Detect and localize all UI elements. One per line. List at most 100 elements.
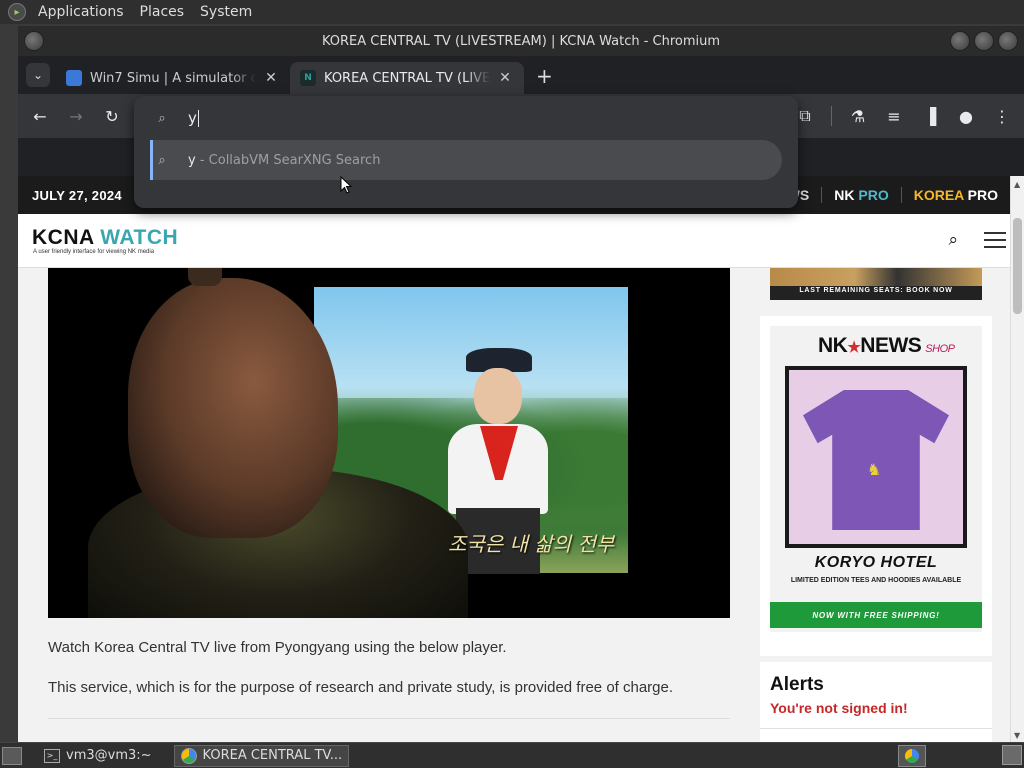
back-button[interactable]: ← (26, 102, 54, 130)
nknews-shop-logo: NK★NEWS SHOP (818, 334, 955, 358)
ad-banner-seats[interactable]: LAST REMAINING SEATS: BOOK NOW (770, 268, 982, 300)
video-foreground-head (128, 278, 338, 538)
scrollbar-thumb[interactable] (1013, 218, 1022, 314)
suggestion-row[interactable]: ⌕ y - CollabVM SearXNG Search (150, 140, 782, 180)
logo-b: WATCH (100, 226, 179, 249)
show-desktop-button[interactable] (2, 746, 22, 765)
shop-ad-inner: NK★NEWS SHOP ♞ KORYO HOTEL LIMITED EDITIO… (770, 326, 982, 632)
window-menu-button[interactable] (24, 31, 44, 51)
alerts-status[interactable]: You're not signed in! (770, 700, 908, 716)
task-label: vm3@vm3:~ (66, 748, 152, 763)
alerts-box: Alerts You're not signed in! (760, 662, 992, 742)
disclaimer-paragraph: This service, which is for the purpose o… (48, 679, 674, 696)
web-page: JULY 27, 2024 ⓜ ✕ ◎ f ▶ NK NEWS NK PRO K… (18, 176, 1024, 742)
title-bar[interactable]: KOREA CENTRAL TV (LIVESTREAM) | KCNA Wat… (18, 26, 1024, 56)
win7-favicon-icon (66, 70, 82, 86)
browser-window: KOREA CENTRAL TV (LIVESTREAM) | KCNA Wat… (18, 26, 1024, 742)
chevron-down-icon: ⌄ (32, 68, 44, 82)
intro-paragraph: Watch Korea Central TV live from Pyongya… (48, 639, 507, 656)
new-tab-button[interactable]: + (536, 64, 553, 88)
close-window-button[interactable] (998, 31, 1018, 51)
workspace-switcher[interactable] (1002, 745, 1022, 765)
sidebar: LAST REMAINING SEATS: BOOK NOW NK★NEWS SH… (760, 268, 992, 742)
tab-search-button[interactable]: ⌄ (26, 63, 50, 87)
address-input-value: y (188, 109, 197, 127)
tray-chromium-icon[interactable] (898, 745, 926, 767)
suggestion-highlight (150, 140, 153, 180)
kcna-favicon-icon: N (300, 70, 316, 86)
reload-button[interactable]: ↻ (98, 102, 126, 130)
forward-button[interactable]: → (62, 102, 90, 130)
page-scrollbar[interactable]: ▲ ▼ (1010, 176, 1024, 742)
labs-flask-icon[interactable]: ⚗ (844, 102, 872, 130)
task-label: KOREA CENTRAL TV... (202, 748, 343, 763)
product-name: KORYO HOTEL (814, 554, 938, 571)
address-input[interactable]: y (188, 109, 199, 127)
scroll-up-arrow-icon[interactable]: ▲ (1014, 180, 1020, 189)
task-chromium[interactable]: KOREA CENTRAL TV... (173, 744, 350, 767)
alerts-divider (760, 728, 992, 729)
koryo-emblem-icon: ♞ (866, 460, 882, 479)
nkpro-a: NK (834, 187, 859, 203)
suggestion-query: y (188, 152, 196, 168)
tab-label: Win7 Simu | A simulator of Windows 7 (90, 70, 256, 86)
content-divider (48, 718, 730, 719)
site-header: KCNA WATCH A user friendly interface for… (18, 214, 1024, 268)
maximize-button[interactable] (974, 31, 994, 51)
minimize-button[interactable] (950, 31, 970, 51)
suggestion-tail: - CollabVM SearXNG Search (195, 152, 381, 168)
close-icon[interactable]: ✕ (496, 69, 514, 87)
menu-applications[interactable]: Applications (30, 4, 132, 20)
profile-icon[interactable]: ● (952, 102, 980, 130)
koreapro-b: PRO (967, 187, 998, 203)
side-panel-icon[interactable]: ▐ (916, 102, 944, 130)
video-player[interactable]: 조국은 내 삶의 전부 (48, 268, 730, 618)
alerts-title: Alerts (770, 674, 824, 695)
brand-divider (821, 187, 823, 203)
tab-win7-simu[interactable]: Win7 Simu | A simulator of Windows 7 ✕ (56, 62, 290, 94)
video-emblem (188, 268, 222, 286)
tshirt-image: ♞ (785, 366, 967, 548)
omnibox-dropdown: ⌕ y ⌕ y - CollabVM SearXNG Search (134, 96, 798, 208)
shop-logo-a: NK (818, 334, 848, 357)
product-subtitle: LIMITED EDITION TEES AND HOODIES AVAILAB… (790, 577, 962, 584)
text-cursor (197, 110, 199, 127)
address-bar[interactable]: ⌕ y (134, 98, 798, 138)
menu-kebab-icon[interactable]: ⋮ (988, 102, 1016, 130)
tab-kcna-watch[interactable]: N KOREA CENTRAL TV (LIVESTREAM) ✕ (290, 62, 524, 94)
scroll-down-arrow-icon[interactable]: ▼ (1014, 731, 1020, 740)
task-terminal[interactable]: >_ vm3@vm3:~ (38, 745, 158, 767)
nkpro-link[interactable]: NK PRO (834, 187, 888, 203)
logo-a: KCNA (32, 226, 101, 249)
koreapro-link[interactable]: KOREA PRO (914, 187, 998, 203)
terminal-icon: >_ (44, 748, 60, 763)
top-panel: ▸ Applications Places System (0, 0, 1024, 24)
ad-banner-text: LAST REMAINING SEATS: BOOK NOW (799, 287, 953, 294)
site-tagline: A user friendly interface for viewing NK… (33, 249, 155, 255)
main-content: 조국은 내 삶의 전부 Watch Korea Central TV live … (32, 268, 744, 742)
nkpro-b: PRO (858, 187, 889, 203)
toolbar-divider (831, 106, 832, 126)
ad-banner-image (770, 268, 982, 286)
media-controls-icon[interactable]: ≡ (880, 102, 908, 130)
mouse-pointer-icon (340, 176, 352, 194)
shop-ad[interactable]: NK★NEWS SHOP ♞ KORYO HOTEL LIMITED EDITIO… (760, 316, 992, 656)
hamburger-menu-icon[interactable] (984, 232, 1006, 248)
menu-system[interactable]: System (192, 4, 260, 20)
chromium-icon (180, 747, 197, 764)
free-shipping-button[interactable]: NOW WITH FREE SHIPPING! (770, 602, 982, 628)
tab-label: KOREA CENTRAL TV (LIVESTREAM) (324, 70, 490, 86)
kcna-watch-logo[interactable]: KCNA WATCH (32, 226, 178, 250)
search-icon: ⌕ (158, 110, 166, 126)
taskbar: >_ vm3@vm3:~ KOREA CENTRAL TV... (0, 742, 1024, 768)
close-icon[interactable]: ✕ (262, 69, 280, 87)
tab-strip: ⌄ Win7 Simu | A simulator of Windows 7 ✕… (18, 56, 1024, 94)
brand-divider (900, 187, 902, 203)
search-icon: ⌕ (158, 152, 166, 168)
search-icon[interactable]: ⌕ (948, 230, 958, 250)
distro-logo-icon[interactable]: ▸ (8, 3, 26, 21)
menu-places[interactable]: Places (132, 4, 193, 20)
shop-logo-b: NEWS (860, 334, 922, 357)
suggestion-text: y - CollabVM SearXNG Search (188, 153, 380, 168)
window-title: KOREA CENTRAL TV (LIVESTREAM) | KCNA Wat… (321, 33, 721, 49)
